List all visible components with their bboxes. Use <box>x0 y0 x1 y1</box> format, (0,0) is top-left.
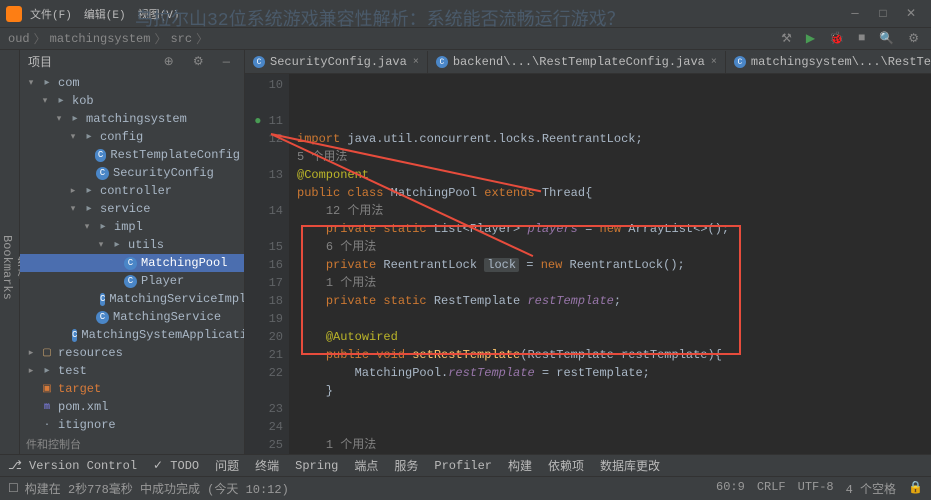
crumb[interactable]: matchingsystem <box>50 32 151 46</box>
tree-item-com[interactable]: ▾▸com <box>20 74 244 92</box>
tree-item-matchingservice[interactable]: CMatchingService <box>20 308 244 326</box>
tree-item-itignore[interactable]: ·itignore <box>20 416 244 434</box>
bottom-tab[interactable]: 依赖项 <box>548 457 584 474</box>
tree-item-player[interactable]: CPlayer <box>20 272 244 290</box>
minimize-button[interactable]: ─ <box>841 7 869 21</box>
left-tool-gutter: Bookmarks 结构 <box>0 50 20 454</box>
bottom-tool-tabs: ⎇ Version Control ✓ TODO 问题终端 Spring 端点服务 Pro… <box>0 454 931 476</box>
project-tree[interactable]: ▾▸com▾▸kob▾▸matchingsystem▾▸configCRestT… <box>20 72 244 434</box>
tree-item-config[interactable]: ▾▸config <box>20 128 244 146</box>
editor-tab[interactable]: Cmatchingsystem\...\RestTemplateConfig.j… <box>726 51 931 73</box>
overlay-caption: 乌拉尔山32位系统游戏兼容性解析：系统能否流畅运行游戏？ <box>135 5 625 31</box>
search-icon[interactable]: 🔍 <box>879 31 894 46</box>
line-separator[interactable]: CRLF <box>757 480 786 497</box>
close-button[interactable]: ✕ <box>897 6 925 21</box>
tree-item-kob[interactable]: ▾▸kob <box>20 92 244 110</box>
tree-item-matchingserviceimpl[interactable]: CMatchingServiceImpl <box>20 290 244 308</box>
bottom-tab[interactable]: 终端 <box>255 457 279 474</box>
menu-edit[interactable]: 编辑(E) <box>84 6 126 22</box>
crumb[interactable]: src <box>170 32 192 46</box>
tree-item-resttemplateconfig[interactable]: CRestTemplateConfig <box>20 146 244 164</box>
bottom-tab[interactable]: Profiler <box>434 459 492 473</box>
editor-tab[interactable]: Cbackend\...\RestTemplateConfig.java× <box>428 51 726 73</box>
bottom-tab[interactable]: 端点 <box>354 457 378 474</box>
stop-icon[interactable]: ■ <box>858 31 865 46</box>
settings-icon[interactable]: ⚙ <box>908 31 919 46</box>
menu-file[interactable]: 文件(F) <box>30 6 72 22</box>
bottom-tab[interactable]: 问题 <box>215 457 239 474</box>
tree-item-resources[interactable]: ▸▢resources <box>20 344 244 362</box>
sidebar-title: 项目 <box>28 53 52 70</box>
tree-item-controller[interactable]: ▸▸controller <box>20 182 244 200</box>
status-message: 构建在 2秒778毫秒 中成功完成 (今天 10:12) <box>25 480 289 497</box>
tree-item-matchingsystemapplication[interactable]: CMatchingSystemApplication <box>20 326 244 344</box>
tree-item-test[interactable]: ▸▸test <box>20 362 244 380</box>
code-editor[interactable]: 10● 111213141516171819202122232425262728… <box>245 74 931 454</box>
editor-tabs: CSecurityConfig.java×Cbackend\...\RestTe… <box>245 50 931 74</box>
tree-item-matchingsystem[interactable]: ▾▸matchingsystem <box>20 110 244 128</box>
caret-position[interactable]: 60:9 <box>716 480 745 497</box>
status-icon: ☐ <box>8 481 19 496</box>
tree-item-impl[interactable]: ▾▸impl <box>20 218 244 236</box>
status-bar: ☐ 构建在 2秒778毫秒 中成功完成 (今天 10:12) 60:9 CRLF… <box>0 476 931 500</box>
debug-icon[interactable]: 🐞 <box>829 31 844 46</box>
bottom-tab[interactable]: 数据库更改 <box>600 457 660 474</box>
bottom-tab[interactable]: Spring <box>295 459 338 473</box>
sidebar-tools[interactable]: ⊕ ⚙ — <box>164 54 236 69</box>
code-content[interactable]: import java.util.concurrent.locks.Reentr… <box>289 74 931 454</box>
tree-item-utils[interactable]: ▾▸utils <box>20 236 244 254</box>
bottom-tab[interactable]: 服务 <box>394 457 418 474</box>
line-gutter: 10● 111213141516171819202122232425262728… <box>245 74 289 454</box>
tree-item-matchingpool[interactable]: CMatchingPool <box>20 254 244 272</box>
bottom-tab[interactable]: 构建 <box>508 457 532 474</box>
run-icon[interactable]: ▶ <box>806 31 815 46</box>
crumb[interactable]: oud <box>8 32 30 46</box>
tree-item-target[interactable]: ▣target <box>20 380 244 398</box>
tree-item-pom.xml[interactable]: mpom.xml <box>20 398 244 416</box>
build-icon[interactable]: ⚒ <box>781 31 792 46</box>
tree-overflow-label: 件和控制台 <box>20 434 244 454</box>
bottom-tab[interactable]: ✓ TODO <box>153 458 199 473</box>
indent-info[interactable]: 4 个空格 <box>846 480 896 497</box>
file-encoding[interactable]: UTF-8 <box>798 480 834 497</box>
bookmarks-tool[interactable]: Bookmarks <box>0 92 14 442</box>
editor-tab[interactable]: CSecurityConfig.java× <box>245 51 428 73</box>
bottom-tab[interactable]: ⎇ Version Control <box>8 458 137 473</box>
project-sidebar: 项目 ⊕ ⚙ — ▾▸com▾▸kob▾▸matchingsystem▾▸con… <box>20 50 245 454</box>
lock-icon[interactable]: 🔒 <box>908 480 923 497</box>
breadcrumbs: oud〉 matchingsystem〉 src〉 ⚒ ▶ 🐞 ■ 🔍 ⚙ <box>0 28 931 50</box>
app-logo-icon <box>6 6 22 22</box>
tree-item-service[interactable]: ▾▸service <box>20 200 244 218</box>
tree-item-securityconfig[interactable]: CSecurityConfig <box>20 164 244 182</box>
maximize-button[interactable]: □ <box>869 7 897 21</box>
